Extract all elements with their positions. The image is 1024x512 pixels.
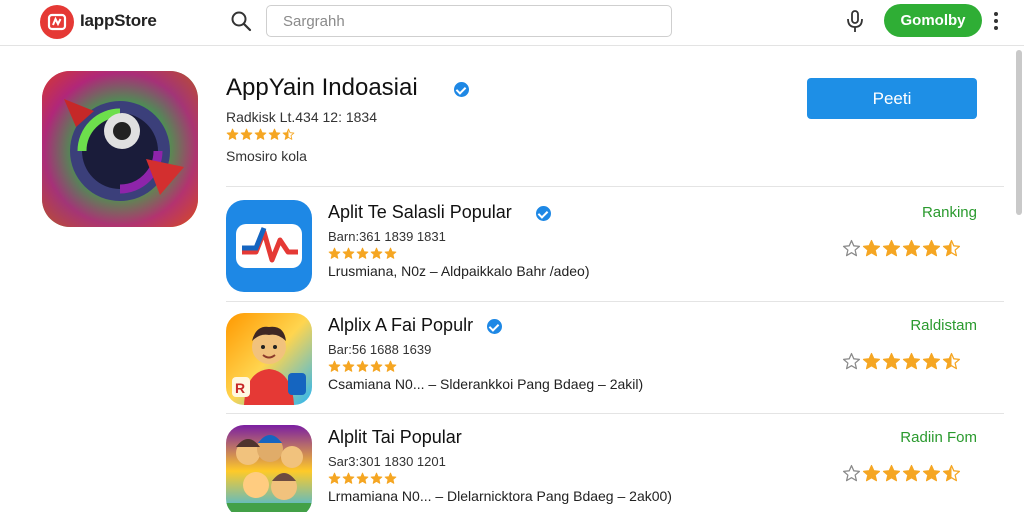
app-meta: Barn:361 1839 1831 bbox=[328, 229, 446, 244]
star-icon bbox=[942, 239, 961, 257]
app-list-item[interactable]: Aplit Te Salasli Popular Barn:361 1839 1… bbox=[0, 200, 1024, 308]
star-icon bbox=[902, 239, 921, 257]
app-description: Lrmamiana N0... – Dlelarnicktora Pang Bd… bbox=[328, 488, 672, 504]
app-title[interactable]: Aplit Te Salasli Popular bbox=[328, 202, 512, 223]
star-icon bbox=[842, 352, 861, 370]
search-input[interactable] bbox=[266, 5, 672, 37]
star-icon bbox=[268, 128, 281, 140]
star-icon bbox=[370, 247, 383, 259]
app-description: Csamiana N0... – Slderankkoi Pang Bdaeg … bbox=[328, 376, 644, 392]
verified-badge-icon bbox=[454, 82, 469, 97]
divider bbox=[226, 186, 1004, 187]
featured-app-subtitle: Smosiro kola bbox=[226, 148, 307, 164]
star-icon bbox=[942, 464, 961, 482]
featured-app-title[interactable]: AppYain Indoasiai bbox=[226, 74, 418, 102]
featured-star-rating bbox=[226, 128, 295, 141]
star-icon bbox=[842, 464, 861, 482]
star-icon bbox=[240, 128, 253, 140]
star-icon bbox=[842, 239, 861, 257]
app-title[interactable]: Alplix A Fai Populr bbox=[328, 315, 473, 336]
app-rank-label: Raldistam bbox=[910, 317, 977, 334]
app-description: Lrusmiana, N0z – Aldpaikkalo Bahr /adeo) bbox=[328, 263, 590, 279]
star-icon bbox=[882, 464, 901, 482]
app-title[interactable]: Alplit Tai Popular bbox=[328, 427, 462, 448]
star-icon bbox=[370, 360, 383, 372]
star-icon bbox=[922, 239, 941, 257]
star-icon bbox=[370, 472, 383, 484]
app-small-stars bbox=[328, 247, 397, 260]
svg-text:R: R bbox=[235, 380, 245, 396]
star-icon bbox=[882, 239, 901, 257]
star-icon bbox=[882, 352, 901, 370]
star-icon bbox=[328, 247, 341, 259]
app-small-stars bbox=[328, 360, 397, 373]
app-icon[interactable] bbox=[226, 200, 312, 292]
verified-badge-icon bbox=[536, 206, 551, 221]
microphone-icon[interactable] bbox=[843, 8, 867, 34]
divider bbox=[226, 301, 1004, 302]
app-list-item[interactable]: Alplit Tai Popular Sar3:301 1830 1201 Lr… bbox=[0, 425, 1024, 512]
header-action-button[interactable]: Gomolby bbox=[884, 4, 982, 37]
star-icon bbox=[282, 128, 295, 140]
star-icon bbox=[254, 128, 267, 140]
app-star-rating bbox=[842, 464, 961, 483]
app-list-item[interactable]: R Alplix A Fai Populr Bar:56 1688 1639 C… bbox=[0, 313, 1024, 421]
app-star-rating bbox=[842, 239, 961, 258]
star-icon bbox=[862, 239, 881, 257]
star-icon bbox=[862, 352, 881, 370]
star-icon bbox=[328, 472, 341, 484]
star-icon bbox=[342, 360, 355, 372]
star-icon bbox=[942, 352, 961, 370]
star-icon bbox=[226, 128, 239, 140]
top-bar: IappStore Gomolby bbox=[0, 0, 1024, 46]
star-icon bbox=[922, 464, 941, 482]
app-meta: Bar:56 1688 1639 bbox=[328, 342, 432, 357]
star-icon bbox=[902, 464, 921, 482]
star-icon bbox=[384, 472, 397, 484]
search-icon[interactable] bbox=[229, 9, 253, 33]
star-icon bbox=[328, 360, 341, 372]
divider bbox=[226, 413, 1004, 414]
featured-app-button[interactable]: Peeti bbox=[807, 78, 977, 119]
appstore-logo-icon[interactable] bbox=[40, 5, 74, 39]
app-icon[interactable] bbox=[226, 425, 312, 512]
star-icon bbox=[862, 464, 881, 482]
star-icon bbox=[356, 472, 369, 484]
verified-badge-icon bbox=[487, 319, 502, 334]
app-meta: Sar3:301 1830 1201 bbox=[328, 454, 446, 469]
star-icon bbox=[922, 352, 941, 370]
star-icon bbox=[384, 360, 397, 372]
star-icon bbox=[356, 360, 369, 372]
star-icon bbox=[342, 247, 355, 259]
star-icon bbox=[384, 247, 397, 259]
app-star-rating bbox=[842, 352, 961, 371]
app-rank-label: Ranking bbox=[921, 204, 977, 221]
app-small-stars bbox=[328, 472, 397, 485]
app-icon[interactable]: R bbox=[226, 313, 312, 405]
star-icon bbox=[902, 352, 921, 370]
app-rank-label: Radiin Fom bbox=[900, 429, 977, 446]
star-icon bbox=[356, 247, 369, 259]
more-vertical-icon[interactable] bbox=[989, 10, 1003, 32]
featured-app-meta: Radkisk Lt.434 12: 1834 bbox=[226, 109, 377, 125]
brand-name[interactable]: IappStore bbox=[80, 11, 157, 31]
scrollbar[interactable] bbox=[1016, 50, 1022, 215]
star-icon bbox=[342, 472, 355, 484]
